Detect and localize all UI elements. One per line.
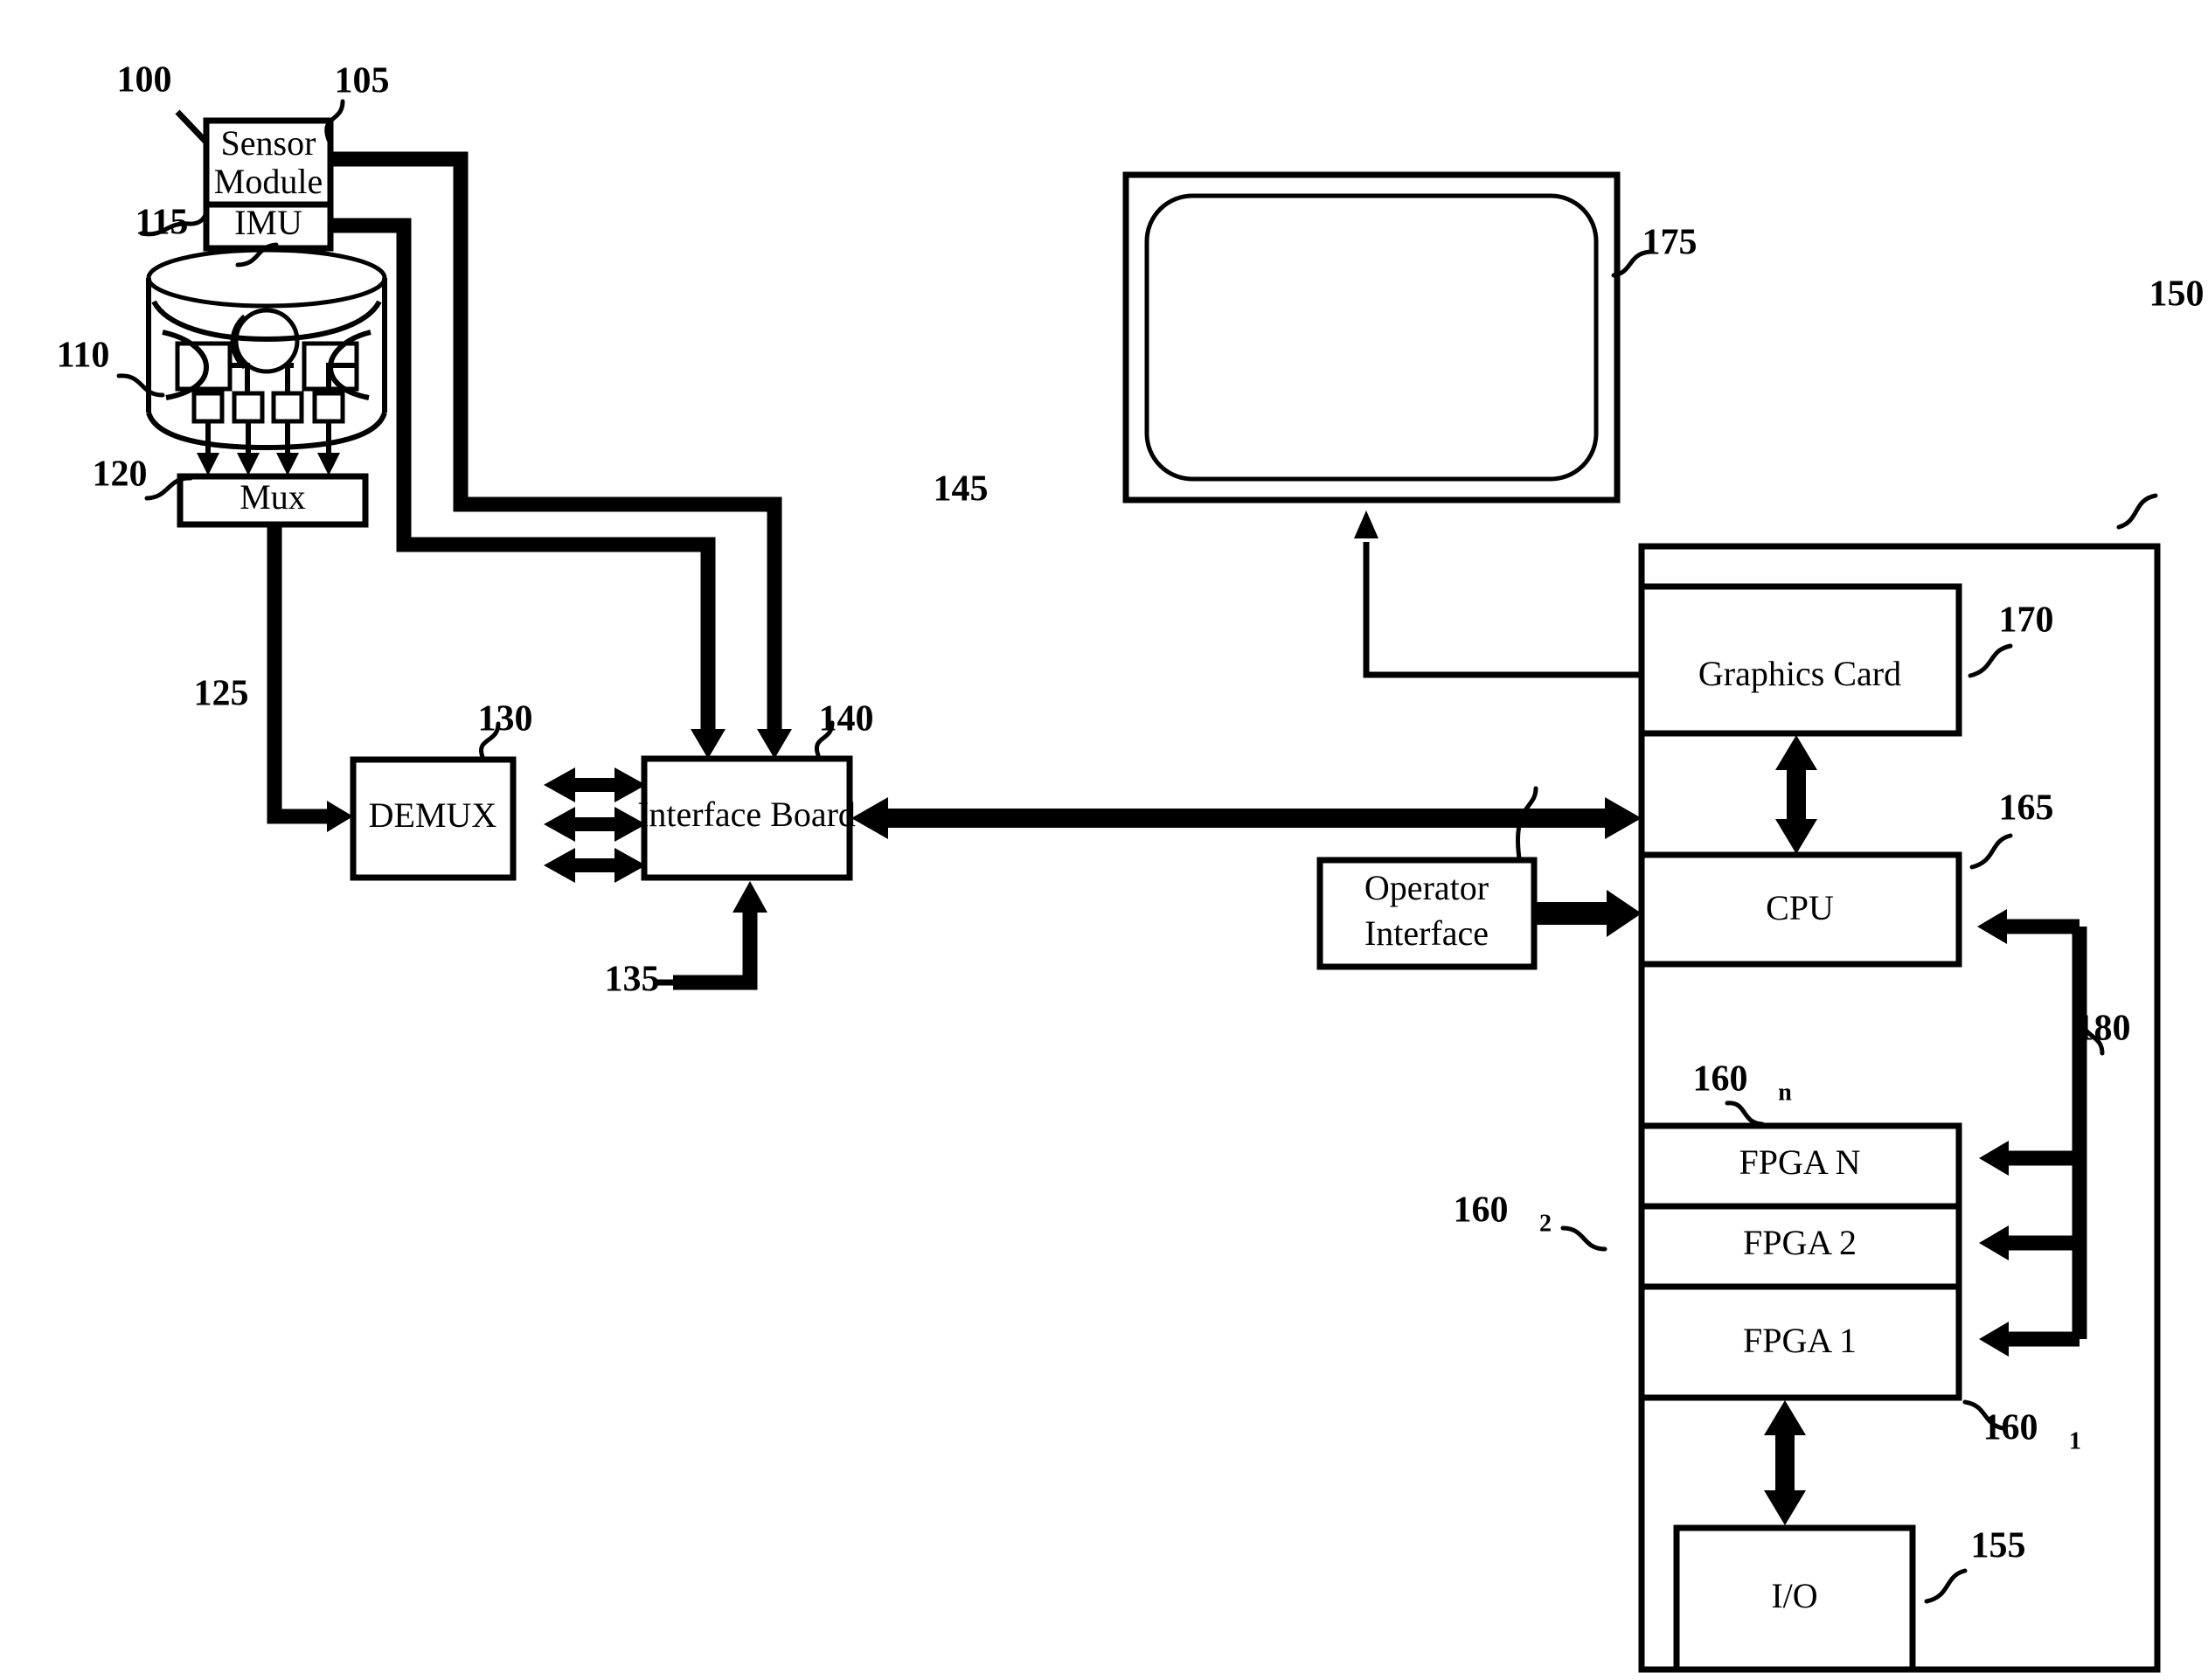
operator-interface-label-line1: Operator	[1364, 868, 1489, 907]
camera-ring-assembly[interactable]	[146, 247, 387, 451]
display-monitor[interactable]	[1122, 171, 1621, 503]
mux-label: Mux	[240, 477, 306, 517]
io-label: I/O	[1771, 1576, 1817, 1615]
ref-135: 135	[605, 960, 660, 1000]
sensor-module-label-line2: Module	[214, 162, 323, 201]
svg-text:1: 1	[2069, 1427, 2081, 1454]
fpga-n-label: FPGA N	[1739, 1142, 1861, 1182]
ref-1602-leader	[1560, 1225, 1607, 1252]
interface-board-label: Interface Board	[637, 795, 856, 834]
imu-label: IMU	[234, 203, 302, 242]
ref-120: 120	[93, 455, 148, 495]
demux-label: DEMUX	[369, 795, 497, 835]
cpu-label: CPU	[1766, 888, 1834, 927]
ref-100: 100	[117, 60, 172, 101]
ref-150-leader	[2116, 493, 2158, 530]
graphics-card-label: Graphics Card	[1698, 654, 1901, 693]
graphics-to-monitor-connector	[1354, 510, 1650, 678]
ref-155: 155	[1971, 1526, 2026, 1566]
operator-interface-label-line2: Interface	[1364, 913, 1489, 953]
ref-170: 170	[1999, 600, 2054, 641]
ref-115: 115	[135, 203, 189, 243]
ref-125: 125	[194, 674, 249, 714]
ref-130: 130	[478, 699, 533, 739]
ref-150: 150	[2149, 274, 2205, 315]
ref-105: 105	[335, 61, 390, 101]
ref-175: 175	[1642, 223, 1698, 263]
mux-to-demux-connector	[267, 524, 353, 832]
external-input-to-interface	[673, 881, 767, 990]
ref-180: 180	[2076, 1009, 2131, 1049]
ref-140: 140	[819, 699, 874, 739]
ref-105-leader	[324, 99, 345, 142]
svg-text:160: 160	[1983, 1408, 2038, 1448]
svg-text:160: 160	[1454, 1191, 1509, 1231]
ref-110-leader	[116, 373, 165, 398]
fpga-2-label: FPGA 2	[1743, 1223, 1857, 1262]
ref-165: 165	[1999, 788, 2054, 829]
svg-text:2: 2	[1539, 1210, 1552, 1237]
ref-1602: 160 2	[1454, 1191, 1552, 1238]
ref-110: 110	[57, 336, 110, 376]
operator-to-cpu-arrow	[1534, 890, 1642, 937]
diagram-canvas: Sensor IMU Mux DEMUX Interface Board Gra…	[57, 60, 2205, 1673]
fpga-1-label: FPGA 1	[1743, 1321, 1857, 1360]
sensor-module-label: Sensor	[221, 123, 316, 163]
imu-to-interface-cable	[330, 218, 726, 759]
patent-figure: Sensor IMU Mux DEMUX Interface Board Gra…	[0, 0, 2208, 1680]
ref-145: 145	[934, 469, 989, 510]
svg-text:n: n	[1778, 1079, 1792, 1106]
svg-text:160: 160	[1693, 1059, 1748, 1100]
demux-interface-bus-arrows	[544, 767, 646, 883]
